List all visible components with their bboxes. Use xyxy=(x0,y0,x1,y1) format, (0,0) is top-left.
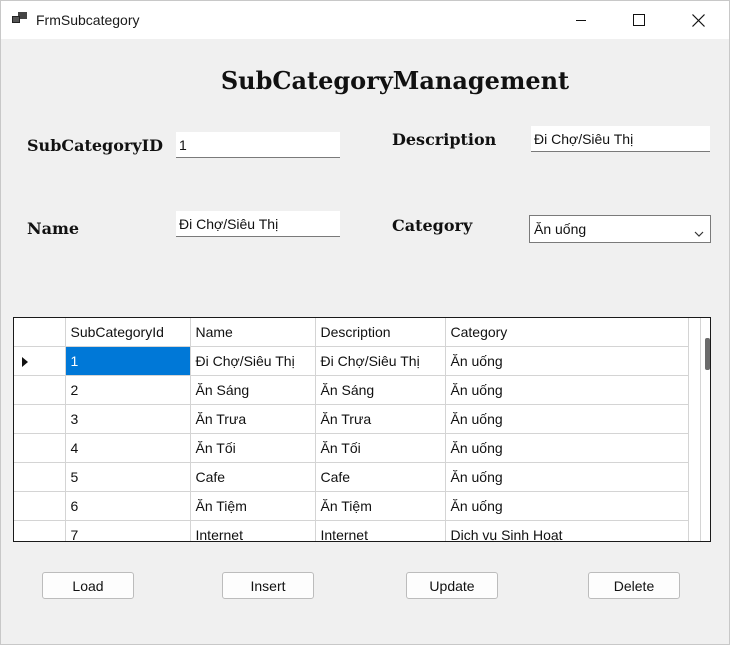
current-row-arrow-icon xyxy=(22,356,28,367)
close-icon xyxy=(691,13,705,27)
table-cell[interactable]: Cafe xyxy=(190,462,316,492)
description-input[interactable] xyxy=(531,126,710,152)
column-header-name[interactable]: Name xyxy=(190,318,316,347)
table-cell[interactable]: Internet xyxy=(315,520,446,541)
title-bar[interactable]: FrmSubcategory xyxy=(1,1,729,39)
load-button[interactable]: Load xyxy=(42,572,134,599)
column-header-subcategoryid[interactable]: SubCategoryId xyxy=(65,318,191,347)
app-window: FrmSubcategory SubCategoryManagement Sub… xyxy=(0,0,730,645)
chevron-down-icon[interactable] xyxy=(694,225,704,237)
table-cell[interactable]: Ăn uống xyxy=(445,404,689,434)
row-header[interactable] xyxy=(14,520,66,541)
insert-button[interactable]: Insert xyxy=(222,572,314,599)
minimize-icon xyxy=(576,20,586,21)
update-button[interactable]: Update xyxy=(406,572,498,599)
row-header[interactable] xyxy=(14,433,66,463)
table-cell[interactable]: 1 xyxy=(65,346,191,376)
window-title: FrmSubcategory xyxy=(36,12,140,28)
subcategory-id-label: SubCategoryID xyxy=(27,136,163,155)
table-cell[interactable]: 6 xyxy=(65,491,191,521)
table-cell[interactable]: Ăn Tiệm xyxy=(315,491,446,521)
table-row[interactable]: 1 Đi Chợ/Siêu Thị Đi Chợ/Siêu Thị Ăn uốn… xyxy=(14,346,689,376)
delete-button[interactable]: Delete xyxy=(588,572,680,599)
table-cell[interactable]: Ăn Sáng xyxy=(190,375,316,405)
description-label: Description xyxy=(392,130,497,149)
table-cell[interactable]: 3 xyxy=(65,404,191,434)
subcategory-grid[interactable]: SubCategoryId Name Description Category … xyxy=(13,317,711,542)
table-cell[interactable]: Ăn Tối xyxy=(190,433,316,463)
grid-vertical-scrollbar[interactable] xyxy=(700,318,710,541)
category-label: Category xyxy=(392,216,473,235)
table-row[interactable]: 3 Ăn Trưa Ăn Trưa Ăn uống xyxy=(14,404,689,434)
table-row[interactable]: 7 Internet Internet Dịch vụ Sinh Hoạt xyxy=(14,520,689,541)
name-label: Name xyxy=(27,219,80,238)
app-icon xyxy=(12,12,28,26)
table-cell[interactable]: 5 xyxy=(65,462,191,492)
table-row[interactable]: 2 Ăn Sáng Ăn Sáng Ăn uống xyxy=(14,375,689,405)
table-cell[interactable]: 7 xyxy=(65,520,191,541)
table-cell[interactable]: Ăn uống xyxy=(445,346,689,376)
table-cell[interactable]: Cafe xyxy=(315,462,446,492)
name-input[interactable] xyxy=(176,211,340,237)
category-selected-value: Ăn uống xyxy=(534,221,587,237)
close-button[interactable] xyxy=(669,1,727,39)
row-header[interactable] xyxy=(14,404,66,434)
minimize-button[interactable] xyxy=(552,1,610,39)
table-cell[interactable]: Ăn Trưa xyxy=(190,404,316,434)
table-row[interactable]: 4 Ăn Tối Ăn Tối Ăn uống xyxy=(14,433,689,463)
column-header-description[interactable]: Description xyxy=(315,318,446,347)
table-cell[interactable]: Ăn Tiệm xyxy=(190,491,316,521)
category-combobox[interactable]: Ăn uống xyxy=(529,215,711,243)
row-header[interactable] xyxy=(14,375,66,405)
table-cell[interactable]: Dịch vụ Sinh Hoạt xyxy=(445,520,689,541)
column-header-category[interactable]: Category xyxy=(445,318,689,347)
row-header[interactable] xyxy=(14,491,66,521)
table-cell[interactable]: Ăn uống xyxy=(445,375,689,405)
table-cell[interactable]: Internet xyxy=(190,520,316,541)
table-cell[interactable]: Ăn uống xyxy=(445,462,689,492)
table-cell[interactable]: Ăn uống xyxy=(445,433,689,463)
row-header[interactable] xyxy=(14,462,66,492)
grid-header-row: SubCategoryId Name Description Category xyxy=(14,318,689,347)
table-cell[interactable]: Đi Chợ/Siêu Thị xyxy=(315,346,446,376)
maximize-icon xyxy=(633,14,645,26)
table-cell[interactable]: Ăn Sáng xyxy=(315,375,446,405)
table-cell[interactable]: Ăn uống xyxy=(445,491,689,521)
table-cell[interactable]: Đi Chợ/Siêu Thị xyxy=(190,346,316,376)
grid-corner-cell[interactable] xyxy=(14,318,66,347)
row-header[interactable] xyxy=(14,346,66,376)
table-row[interactable]: 5 Cafe Cafe Ăn uống xyxy=(14,462,689,492)
scrollbar-thumb[interactable] xyxy=(705,338,710,370)
table-cell[interactable]: Ăn Trưa xyxy=(315,404,446,434)
table-cell[interactable]: Ăn Tối xyxy=(315,433,446,463)
table-cell[interactable]: 4 xyxy=(65,433,191,463)
maximize-button[interactable] xyxy=(610,1,668,39)
form-heading: SubCategoryManagement xyxy=(220,66,570,95)
table-cell[interactable]: 2 xyxy=(65,375,191,405)
subcategory-id-input[interactable] xyxy=(176,132,340,158)
table-row[interactable]: 6 Ăn Tiệm Ăn Tiệm Ăn uống xyxy=(14,491,689,521)
